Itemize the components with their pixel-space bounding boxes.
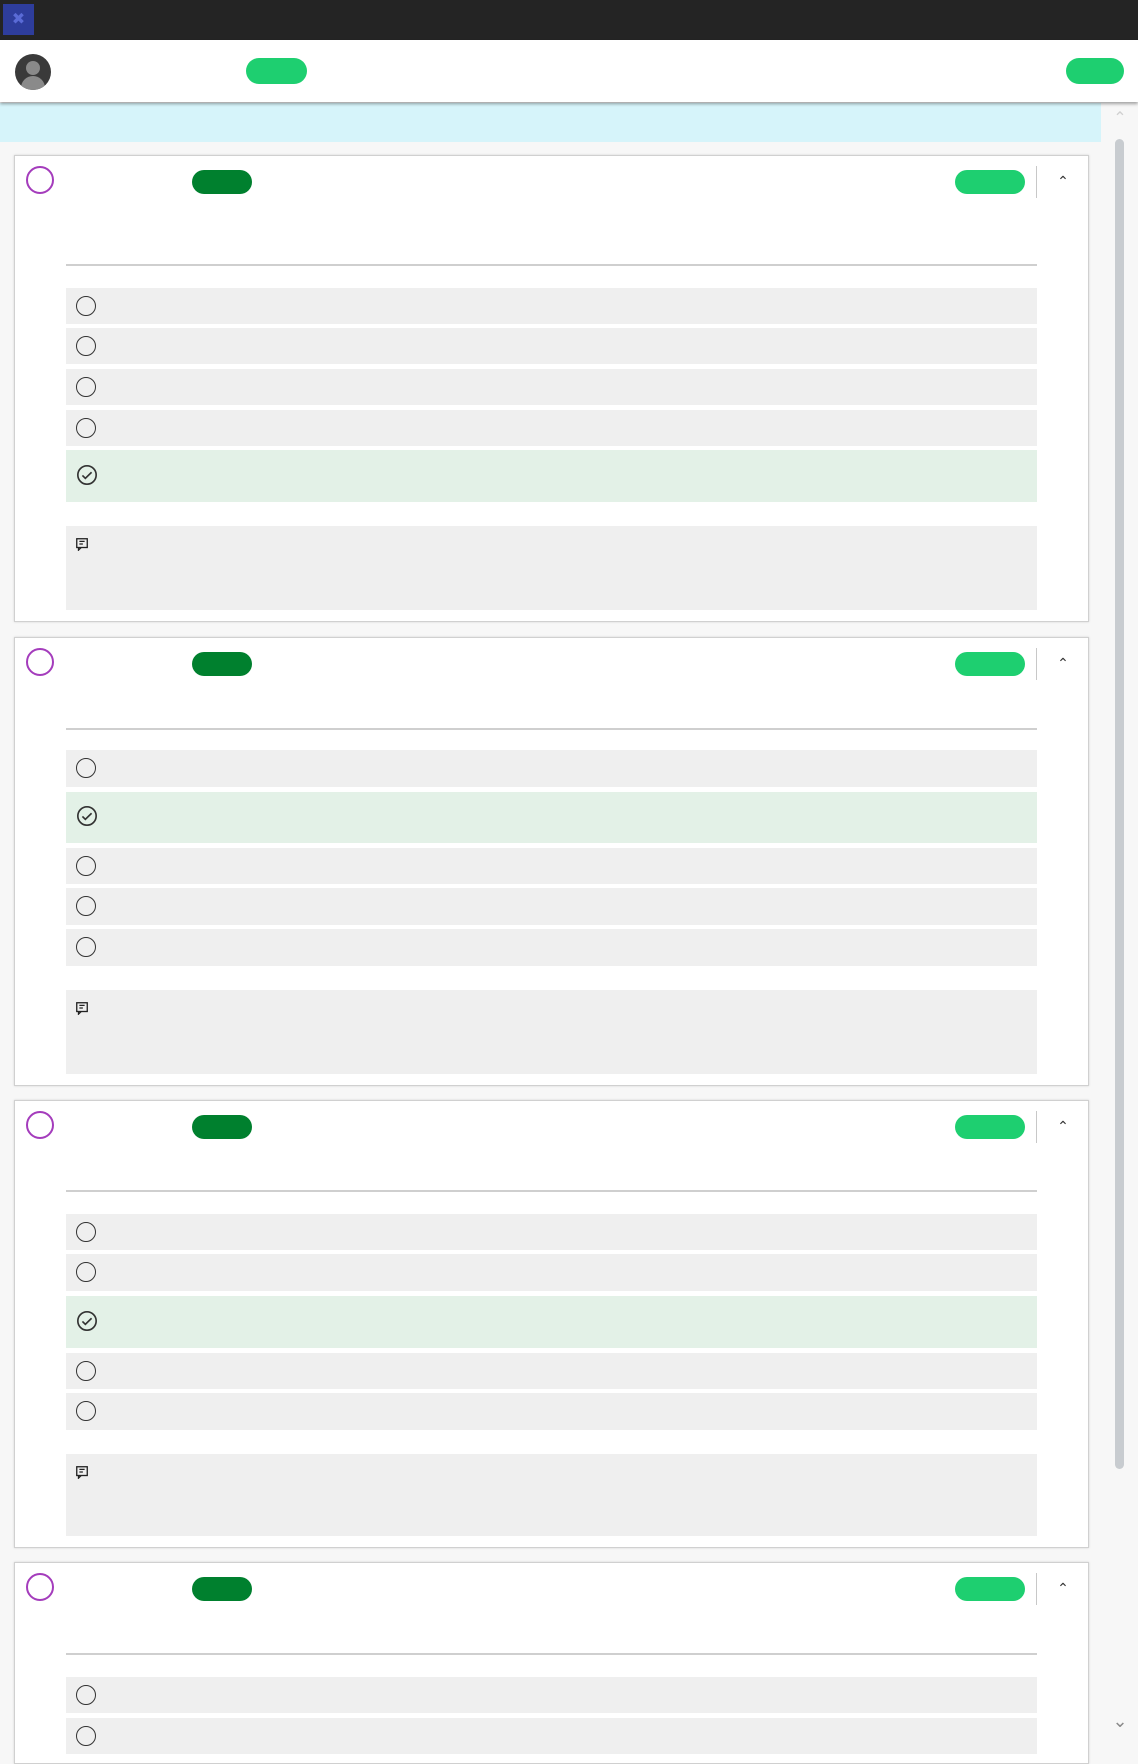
question-text-underline	[66, 1653, 1037, 1655]
question-status-badge	[955, 170, 1025, 194]
note-icon	[76, 1002, 88, 1015]
radio-icon[interactable]	[76, 937, 96, 957]
radio-icon[interactable]	[76, 1685, 96, 1705]
answer-option[interactable]	[66, 410, 1037, 446]
header-divider	[1036, 166, 1037, 198]
feedback-box[interactable]	[66, 526, 1037, 610]
question-text-underline	[66, 1190, 1037, 1192]
answer-option[interactable]	[66, 1254, 1037, 1291]
avatar-head	[26, 61, 40, 75]
question-status-badge	[955, 1115, 1025, 1139]
radio-icon[interactable]	[76, 896, 96, 916]
check-circle-icon[interactable]	[76, 464, 98, 486]
question-status-icon[interactable]	[26, 648, 54, 676]
radio-icon[interactable]	[76, 1401, 96, 1421]
question-status-icon[interactable]	[26, 1111, 54, 1139]
answer-option[interactable]	[66, 929, 1037, 966]
radio-icon[interactable]	[76, 758, 96, 778]
radio-icon[interactable]	[76, 336, 96, 356]
answer-option[interactable]	[66, 288, 1037, 324]
scrollbar-thumb[interactable]	[1115, 139, 1124, 1469]
chevron-up-icon[interactable]: ⌃	[1051, 1575, 1075, 1601]
answer-option[interactable]	[66, 1718, 1037, 1754]
radio-icon[interactable]	[76, 377, 96, 397]
question-card: ⌃	[14, 1100, 1089, 1548]
radio-icon[interactable]	[76, 1361, 96, 1381]
radio-icon[interactable]	[76, 296, 96, 316]
answer-option[interactable]	[66, 848, 1037, 884]
question-card: ⌃	[14, 1562, 1089, 1764]
answer-option[interactable]	[66, 1214, 1037, 1250]
radio-icon[interactable]	[76, 856, 96, 876]
avatar-body	[21, 76, 45, 90]
note-icon	[76, 1466, 88, 1479]
header-badge-right[interactable]	[1066, 58, 1124, 84]
header-divider	[1036, 1111, 1037, 1143]
answer-option-selected[interactable]	[66, 792, 1037, 843]
header-divider	[1036, 648, 1037, 680]
answer-option[interactable]	[66, 1353, 1037, 1389]
header-divider	[1036, 1573, 1037, 1605]
check-circle-icon[interactable]	[76, 805, 98, 827]
question-status-badge	[955, 1577, 1025, 1601]
avatar[interactable]	[15, 54, 51, 90]
radio-icon[interactable]	[76, 1262, 96, 1282]
title-bar: ✖	[0, 0, 1138, 40]
question-status-icon[interactable]	[26, 166, 54, 194]
answer-option[interactable]	[66, 1393, 1037, 1430]
feedback-box[interactable]	[66, 990, 1037, 1074]
header	[0, 40, 1138, 102]
question-card: ⌃	[14, 637, 1089, 1086]
answer-option[interactable]	[66, 1677, 1037, 1713]
chevron-up-icon[interactable]: ⌃	[1051, 650, 1075, 676]
question-status-badge	[955, 652, 1025, 676]
radio-icon[interactable]	[76, 1726, 96, 1746]
radio-icon[interactable]	[76, 1222, 96, 1242]
question-number-badge	[192, 1115, 252, 1139]
question-number-badge	[192, 652, 252, 676]
check-circle-icon[interactable]	[76, 1310, 98, 1332]
info-banner	[0, 103, 1101, 142]
note-icon	[76, 538, 88, 551]
answer-option[interactable]	[66, 888, 1037, 925]
answer-option[interactable]	[66, 369, 1037, 405]
answer-option[interactable]	[66, 750, 1037, 787]
question-status-icon[interactable]	[26, 1573, 54, 1601]
chevron-down-icon[interactable]: ⌄	[1111, 1712, 1129, 1730]
feedback-box[interactable]	[66, 1454, 1037, 1536]
answer-option[interactable]	[66, 328, 1037, 364]
question-card: ⌃	[14, 155, 1089, 622]
question-text-underline	[66, 264, 1037, 266]
app-icon[interactable]: ✖	[3, 4, 34, 35]
question-number-badge	[192, 1577, 252, 1601]
chevron-up-icon[interactable]: ⌃	[1051, 1113, 1075, 1139]
chevron-up-icon[interactable]: ⌃	[1111, 110, 1129, 128]
header-badge-left	[246, 58, 307, 84]
chevron-up-icon[interactable]: ⌃	[1051, 168, 1075, 194]
answer-option-selected[interactable]	[66, 1296, 1037, 1348]
answer-option-selected[interactable]	[66, 450, 1037, 502]
question-number-badge	[192, 170, 252, 194]
radio-icon[interactable]	[76, 418, 96, 438]
question-text-underline	[66, 728, 1037, 730]
